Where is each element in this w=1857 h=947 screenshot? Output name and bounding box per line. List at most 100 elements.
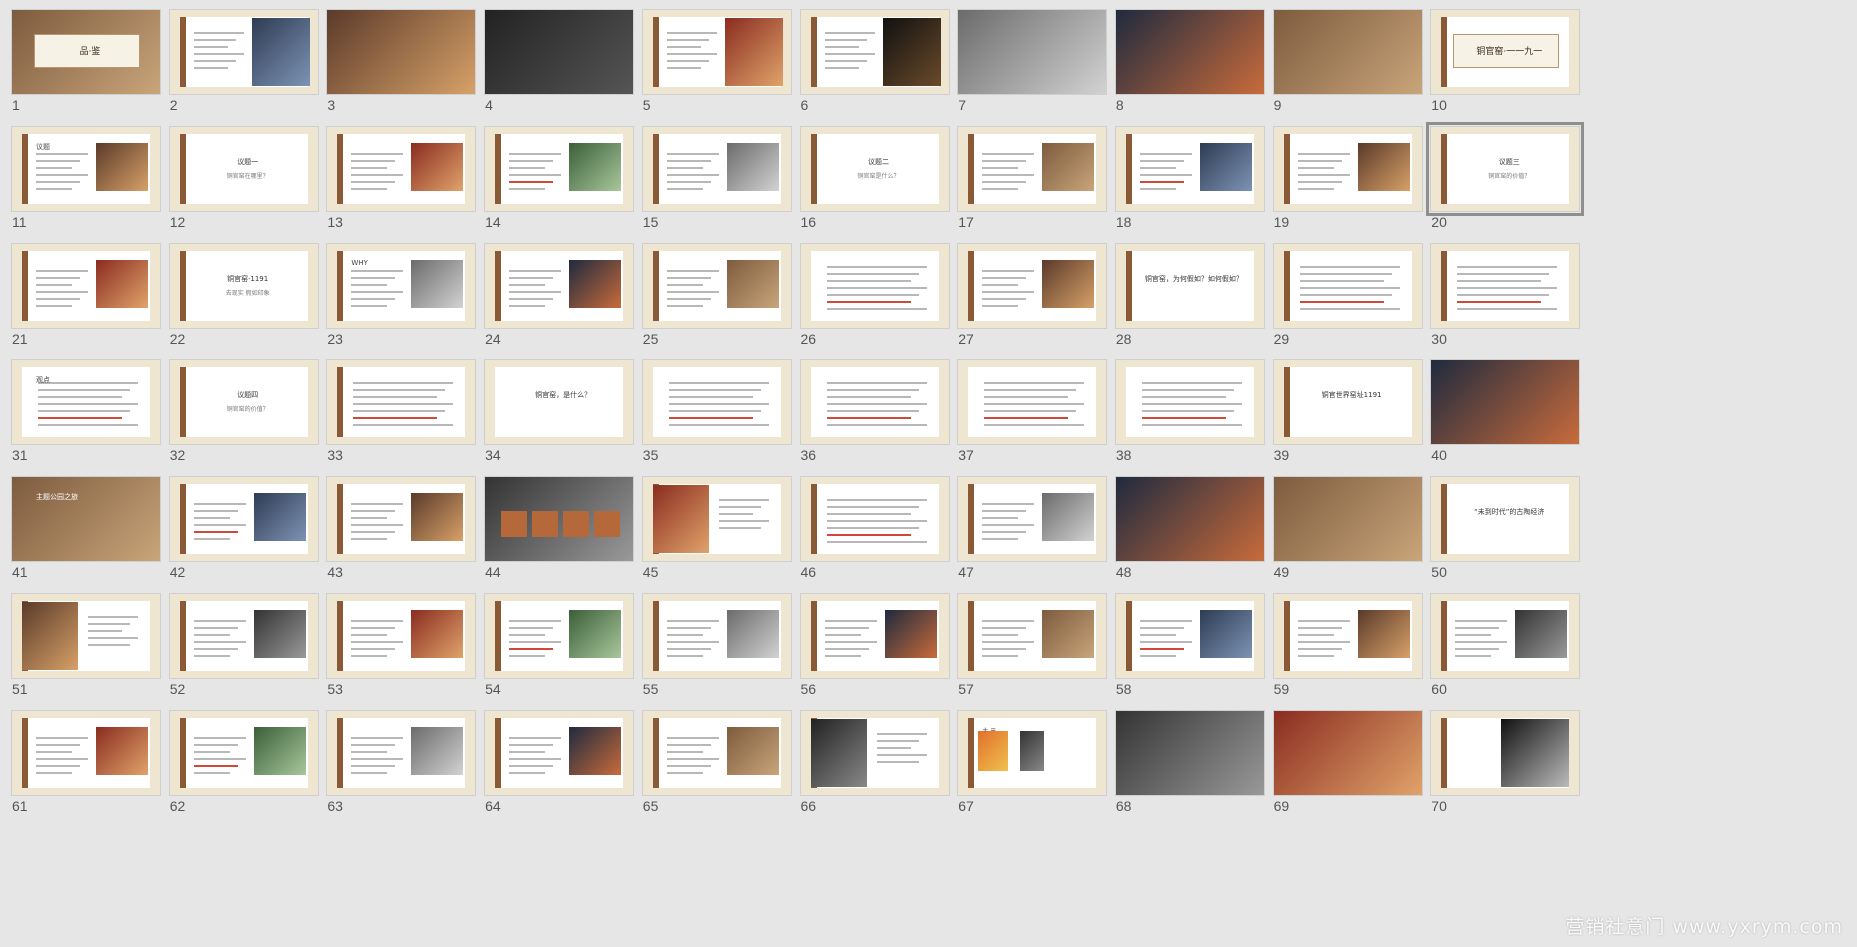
slide-thumbnail[interactable]: 铜官窑·1191 去现实 假如印象 (168, 242, 319, 329)
slide-thumbnail[interactable]: 铜官窑·一一九一 (1430, 9, 1581, 95)
slide-number: 43 (327, 564, 343, 581)
text-line (984, 424, 1085, 427)
slide-thumbnail[interactable] (799, 709, 950, 796)
slide-paper (337, 367, 466, 438)
slide-thumbnail[interactable] (1272, 593, 1423, 679)
slide-photo (1199, 142, 1252, 191)
slide-thumbnail[interactable] (799, 242, 950, 329)
slide-number: 22 (169, 330, 186, 347)
slide-thumbnail[interactable] (957, 125, 1108, 212)
text-line (509, 743, 554, 746)
slide-thumbnail[interactable] (957, 476, 1108, 563)
text-line (36, 743, 80, 746)
slide-accent-band (1441, 17, 1448, 87)
slide-thumbnail[interactable] (1430, 593, 1581, 679)
slide-thumbnail[interactable] (799, 359, 950, 446)
slide-thumbnail[interactable] (168, 709, 319, 796)
slide-thumbnail[interactable]: 议题 (11, 125, 161, 212)
slide-thumbnail[interactable] (957, 359, 1108, 446)
slide-thumbnail[interactable] (641, 709, 792, 796)
slide-subtitle: 铜官窑的价值？ (226, 406, 269, 414)
slide-thumbnail[interactable] (326, 125, 477, 212)
slide-thumbnail[interactable] (1114, 359, 1265, 446)
slide-thumbnail[interactable] (1114, 125, 1265, 212)
slide-thumbnail[interactable] (326, 709, 477, 796)
slide-paper (810, 484, 939, 555)
slide-title: 主题公园之旅 (36, 493, 78, 502)
text-line (1297, 159, 1342, 162)
slide-thumbnail[interactable] (799, 9, 950, 95)
text-line (351, 290, 404, 293)
slide-thumbnail[interactable]: “未到时代”的古陶经济 (1430, 476, 1581, 563)
slide-thumbnail[interactable] (641, 9, 792, 95)
slide-thumbnail[interactable] (799, 476, 950, 563)
slide-cell[interactable]: 70 (1419, 701, 1605, 839)
slide-thumbnail[interactable] (799, 593, 950, 679)
slide-thumbnail[interactable] (484, 125, 635, 212)
slide-thumbnail[interactable]: WHY (326, 242, 477, 329)
text-line (826, 265, 927, 268)
slide-number: 56 (800, 681, 817, 697)
slide-thumbnail[interactable] (11, 593, 161, 679)
slide-thumbnail[interactable]: 铜官窑，是什么？ (484, 359, 635, 446)
slide-thumbnail[interactable] (484, 593, 635, 679)
slide-thumbnail[interactable] (641, 476, 792, 563)
slide-thumbnail[interactable] (1114, 9, 1265, 95)
slide-thumbnail[interactable] (11, 709, 161, 796)
slide-thumbnail[interactable] (1272, 709, 1423, 796)
text-line (876, 746, 911, 749)
slide-thumbnail[interactable]: 铜官世界窑址1191 (1272, 359, 1423, 446)
slide-thumbnail[interactable] (11, 242, 161, 329)
slide-thumbnail[interactable] (1430, 709, 1581, 796)
slide-thumbnail[interactable] (326, 476, 477, 563)
slide-thumbnail[interactable] (641, 125, 792, 212)
slide-thumbnail[interactable] (326, 593, 477, 679)
slide-thumbnail[interactable]: 议题三 铜官窑的价值？ (1426, 121, 1585, 216)
slide-thumbnail[interactable]: + = (957, 709, 1108, 796)
slide-number: 32 (169, 447, 186, 464)
text-line (718, 506, 761, 509)
slide-thumbnail[interactable] (1272, 242, 1423, 329)
slide-number: 48 (1115, 564, 1132, 581)
text-line (509, 166, 546, 169)
slide-thumbnail[interactable] (957, 593, 1108, 679)
slide-thumbnail[interactable] (1114, 476, 1265, 563)
slide-thumbnail[interactable] (1272, 476, 1423, 563)
slide-thumbnail[interactable] (326, 359, 477, 446)
text-line (88, 616, 138, 618)
slide-thumbnail[interactable]: 观点 (11, 359, 161, 446)
slide-thumbnail[interactable] (1114, 593, 1265, 679)
slide-thumbnail[interactable] (168, 9, 319, 95)
slide-thumbnail[interactable] (484, 476, 635, 563)
text-line (666, 46, 701, 48)
text-line (1455, 655, 1492, 657)
slide-thumbnail[interactable] (957, 242, 1108, 329)
text-line (824, 32, 875, 34)
slide-photo (726, 610, 779, 658)
slide-thumbnail[interactable] (641, 359, 792, 446)
slide-thumbnail[interactable]: 铜官窑，为何假如？如何假如？ (1114, 242, 1265, 329)
slide-thumbnail[interactable] (484, 242, 635, 329)
slide-thumbnail[interactable] (168, 476, 319, 563)
watermark-text: 营销社意门 www.yxrym.com (1565, 916, 1843, 938)
slide-thumbnail[interactable]: 主题公园之旅 (11, 476, 161, 563)
slide-thumbnail[interactable] (1430, 359, 1581, 446)
slide-thumbnail[interactable]: 议题一 铜官窑在哪里？ (168, 125, 319, 212)
slide-number: 34 (485, 447, 501, 464)
slide-thumbnail[interactable] (1272, 125, 1423, 212)
slide-thumbnail[interactable] (1114, 709, 1265, 796)
slide-background-photo (1431, 360, 1580, 445)
slide-thumbnail[interactable] (957, 9, 1108, 95)
slide-thumbnail[interactable]: 议题四 铜官窑的价值？ (168, 359, 319, 446)
slide-thumbnail[interactable] (168, 593, 319, 679)
slide-thumbnail[interactable] (326, 9, 477, 95)
slide-thumbnail[interactable] (1272, 9, 1423, 95)
slide-thumbnail[interactable] (1430, 242, 1581, 329)
slide-thumbnail[interactable] (484, 709, 635, 796)
slide-thumbnail[interactable]: 品·鉴 (11, 9, 161, 95)
slide-thumbnail[interactable] (484, 9, 635, 95)
slide-thumbnail[interactable]: 议题二 铜官窑是什么？ (799, 125, 950, 212)
slide-thumbnail[interactable] (641, 242, 792, 329)
slide-thumbnail[interactable] (641, 593, 792, 679)
text-line (1455, 627, 1500, 629)
